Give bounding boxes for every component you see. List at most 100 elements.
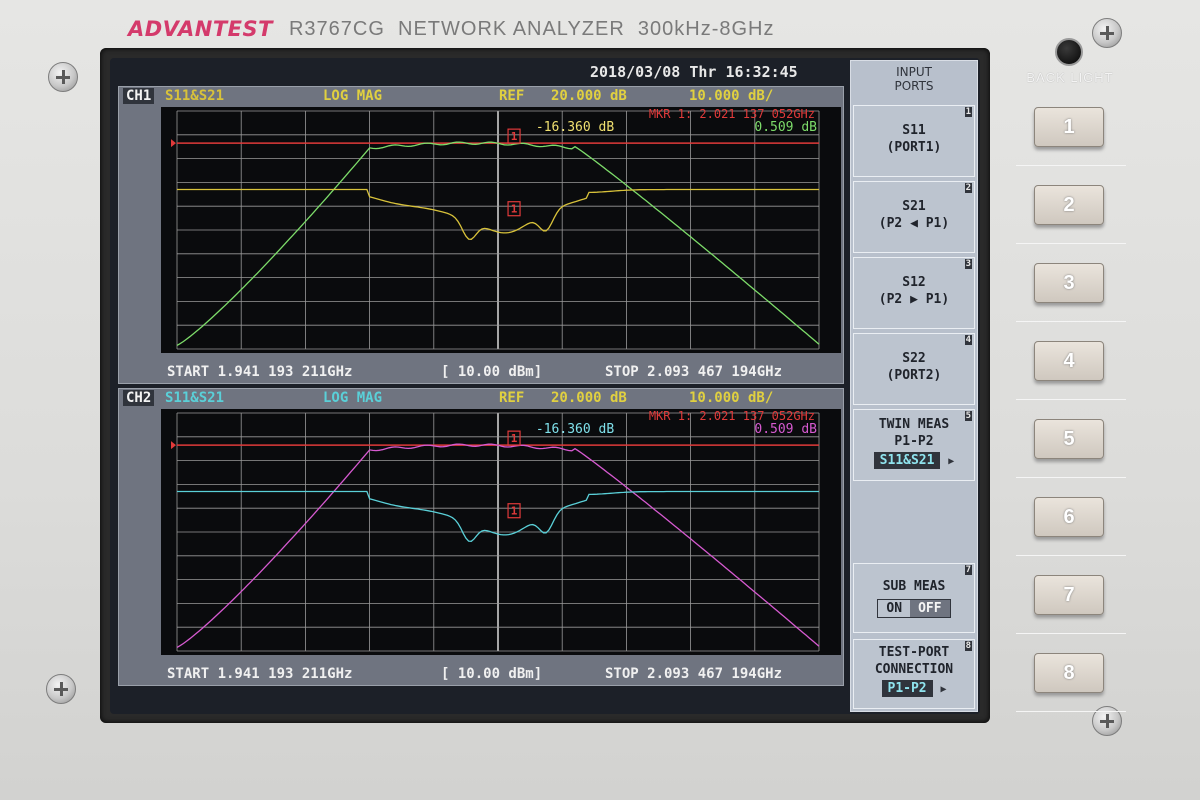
channel-label: CH2: [123, 390, 155, 406]
softkey-line: (P2 ▶ P1): [878, 292, 950, 307]
marker-1-s21: 1: [507, 430, 521, 446]
hardware-button-3[interactable]: 3: [1034, 263, 1104, 303]
format-label: LOG MAG: [323, 88, 383, 104]
marker-value-b: 0.509 dB: [754, 422, 817, 437]
trace-plot-svg: 1 1 MKR 1: 2.021 137 052GHz -16.360 dB 0.509…: [171, 409, 820, 652]
reference-marker-icon: [171, 139, 176, 148]
hardware-button-2[interactable]: 2: [1034, 185, 1104, 225]
stop-frequency: STOP 2.093 467 194GHz: [605, 666, 783, 682]
channel-header: CH2 S11&S21 LOG MAG REF 20.000 dB 10.000…: [119, 389, 843, 407]
marker-value-b: 0.509 dB: [754, 120, 817, 135]
softkey-line: CONNECTION: [874, 662, 954, 677]
datetime-readout: 2018/03/08 Thr 16:32:45: [590, 63, 798, 81]
sub-meas-toggle[interactable]: ON OFF: [877, 599, 951, 618]
trace-label: S11&S21: [165, 390, 225, 406]
selector-arrow-icon: ▶: [940, 684, 947, 695]
softkey-number: 7: [964, 565, 972, 575]
toggle-off[interactable]: OFF: [910, 600, 950, 617]
marker-number: 1: [511, 432, 518, 445]
softkey-s22[interactable]: 4 S22 (PORT2): [853, 333, 975, 405]
screw-icon: [46, 674, 76, 704]
scale-value: 10.000 dB/: [689, 390, 774, 406]
softkey-s12[interactable]: 3 S12 (P2 ▶ P1): [853, 257, 975, 329]
trace-label: S11&S21: [165, 88, 225, 104]
backlight-label: BACK LIGHT: [1026, 70, 1114, 85]
marker-value-a: -16.360 dB: [536, 120, 614, 135]
softkey-number: 4: [964, 335, 972, 345]
selector-arrow-icon: ▶: [948, 456, 955, 467]
reference-marker-icon: [171, 441, 176, 450]
softkey-header: INPUT PORTS: [894, 65, 934, 93]
softkey-number: 2: [964, 183, 972, 193]
marker-frequency-readout: MKR 1: 2.021 137 052GHz: [649, 107, 815, 121]
hardware-button-7[interactable]: 7: [1034, 575, 1104, 615]
model-label: R3767CG NETWORK ANALYZER 300kHz-8GHz: [288, 17, 775, 40]
softkey-line: S12: [902, 275, 926, 290]
trace-plot: 1 1 MKR 1: 2.021 137 052GHz -16.360 dB 0.509…: [161, 409, 841, 655]
channel-header: CH1 S11&S21 LOG MAG REF 20.000 dB 10.000…: [119, 87, 843, 105]
marker-number: 1: [511, 203, 518, 216]
softkey-line: SUB MEAS: [882, 579, 946, 594]
softkey-line: TEST-PORT: [878, 645, 950, 660]
stop-frequency: STOP 2.093 467 194GHz: [605, 364, 783, 380]
softkey-line: (PORT2): [886, 368, 942, 383]
softkey-line: P1-P2: [894, 434, 934, 449]
ref-label: REF: [499, 88, 525, 104]
toggle-on[interactable]: ON: [878, 600, 910, 617]
hardware-button-8[interactable]: 8: [1034, 653, 1104, 693]
button-divider: [1016, 165, 1126, 166]
softkey-line: S22: [902, 351, 926, 366]
screw-icon: [48, 62, 78, 92]
button-divider: [1016, 399, 1126, 400]
format-label: LOG MAG: [323, 390, 383, 406]
softkey-test-port[interactable]: 8 TEST-PORT CONNECTION P1-P2 ▶: [853, 639, 975, 709]
softkey-twin-meas[interactable]: 5 TWIN MEAS P1-P2 S11&S21 ▶: [853, 409, 975, 481]
softkey-panel: INPUT PORTS 1 S11 (PORT1) 2 S21 (P2 ◀ P1…: [850, 60, 978, 712]
marker-frequency-readout: MKR 1: 2.021 137 052GHz: [649, 409, 815, 423]
brand-logo: ADVANTEST: [128, 17, 273, 41]
ref-label: REF: [499, 390, 525, 406]
channel-label: CH1: [123, 88, 155, 104]
channel-2-panel: CH2 S11&S21 LOG MAG REF 20.000 dB 10.000…: [118, 388, 844, 686]
hardware-button-5[interactable]: 5: [1034, 419, 1104, 459]
button-divider: [1016, 633, 1126, 634]
softkey-line: S21: [902, 199, 926, 214]
softkey-number: 3: [964, 259, 972, 269]
start-frequency: START 1.941 193 211GHz: [167, 666, 353, 682]
trace-plot-svg: 1 1 MKR 1: 2.021 137 052GHz -16.360 dB 0.509…: [171, 107, 820, 350]
twin-meas-value: S11&S21: [873, 452, 941, 469]
scale-value: 10.000 dB/: [689, 88, 774, 104]
softkey-number: 8: [964, 641, 972, 651]
channel-footer: START 1.941 193 211GHz [ 10.00 dBm] STOP…: [119, 665, 843, 683]
channel-footer: START 1.941 193 211GHz [ 10.00 dBm] STOP…: [119, 363, 843, 381]
marker-1-s21: 1: [507, 128, 521, 144]
marker-number: 1: [511, 130, 518, 143]
hardware-button-6[interactable]: 6: [1034, 497, 1104, 537]
softkey-number: 5: [964, 411, 972, 421]
softkey-line: (P2 ◀ P1): [878, 216, 950, 231]
hardware-button-4[interactable]: 4: [1034, 341, 1104, 381]
button-divider: [1016, 711, 1126, 712]
button-divider: [1016, 555, 1126, 556]
softkey-line: (PORT1): [886, 140, 942, 155]
trace-plot: 1 1 MKR 1: 2.021 137 052GHz -16.360 dB 0.509…: [161, 107, 841, 353]
ref-value: 20.000 dB: [551, 88, 627, 104]
hardware-button-1[interactable]: 1: [1034, 107, 1104, 147]
screw-icon: [1092, 18, 1122, 48]
softkey-s11[interactable]: 1 S11 (PORT1): [853, 105, 975, 177]
test-port-value: P1-P2: [881, 680, 933, 697]
softkey-line: TWIN MEAS: [878, 417, 950, 432]
softkey-sub-meas[interactable]: 7 SUB MEAS ON OFF: [853, 563, 975, 633]
start-frequency: START 1.941 193 211GHz: [167, 364, 353, 380]
channel-1-panel: CH1 S11&S21 LOG MAG REF 20.000 dB 10.000…: [118, 86, 844, 384]
softkey-number: 1: [964, 107, 972, 117]
softkey-s21[interactable]: 2 S21 (P2 ◀ P1): [853, 181, 975, 253]
button-divider: [1016, 243, 1126, 244]
backlight-knob[interactable]: [1055, 38, 1083, 66]
marker-1-s11: 1: [507, 503, 521, 519]
power-level: [ 10.00 dBm]: [441, 666, 543, 682]
softkey-line: S11: [902, 123, 926, 138]
button-divider: [1016, 321, 1126, 322]
brand-bar: ADVANTEST R3767CG NETWORK ANALYZER 300kH…: [128, 14, 775, 44]
marker-value-a: -16.360 dB: [536, 422, 614, 437]
